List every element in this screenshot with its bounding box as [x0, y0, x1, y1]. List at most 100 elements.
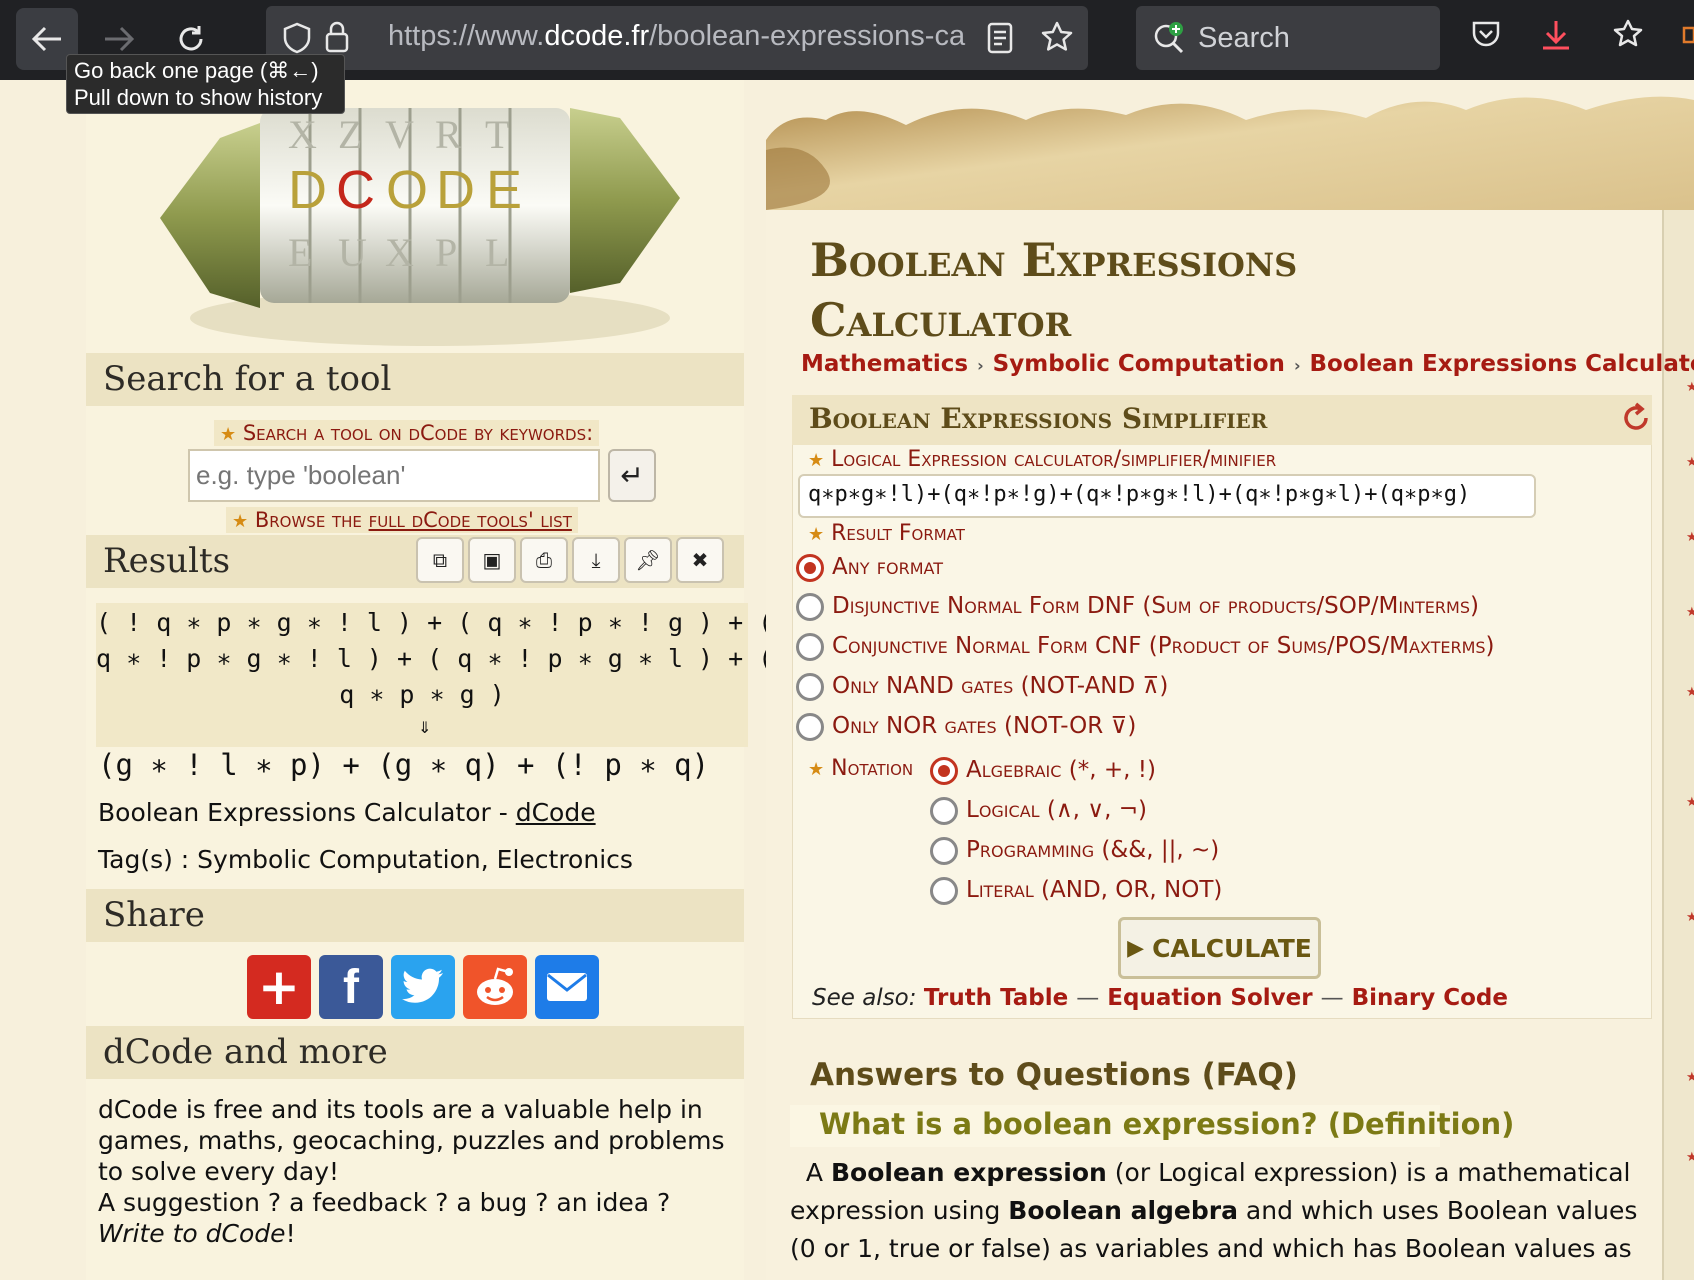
citation: Boolean Expressions Calculator - dCode [98, 798, 596, 827]
format-any-label[interactable]: Any format [832, 554, 943, 580]
dcode-logo[interactable]: X Z V R T D C O D E E U X P L [150, 78, 690, 353]
share-twitter-button[interactable] [391, 955, 455, 1019]
breadcrumb-symbolic-computation[interactable]: Symbolic Computation [993, 351, 1285, 377]
svg-text:R: R [435, 112, 462, 157]
sidebar-bullet: ★ [1686, 910, 1694, 925]
keyword-search-label: ★ Search a tool on dCode by keywords: [214, 420, 600, 446]
address-bar[interactable]: https://www.dcode.fr/boolean-expressions… [266, 6, 1088, 70]
copy-button[interactable]: ⧉ [416, 537, 464, 583]
see-also-binary-code-link[interactable]: Binary Code [1352, 985, 1508, 1011]
breadcrumb-current-tool[interactable]: Boolean Expressions Calculator [1310, 351, 1694, 377]
url-text[interactable]: https://www.dcode.fr/boolean-expressions… [388, 20, 978, 56]
svg-text:T: T [485, 112, 509, 157]
shield-icon[interactable] [282, 22, 312, 54]
sidebar-bullet: ★ [1686, 685, 1694, 700]
reader-view-icon[interactable] [986, 22, 1014, 54]
format-dnf-label[interactable]: Disjunctive Normal Form DNF (Sum of prod… [832, 593, 1479, 619]
svg-text:P: P [435, 230, 457, 275]
breadcrumb-mathematics[interactable]: Mathematics [801, 351, 968, 377]
star-icon: ★ [220, 424, 237, 445]
svg-text:V: V [385, 112, 414, 157]
close-results-button[interactable]: ✖ [676, 537, 724, 583]
sidebar-bullet: ★ [1686, 530, 1694, 545]
expression-input[interactable]: q∗p∗g∗!l)+(q∗!p∗!g)+(q∗!p∗g∗!l)+(q∗!p∗g∗… [798, 474, 1536, 518]
pin-button[interactable]: 📌︎ [624, 537, 672, 583]
result-arrow: ⇓ [418, 718, 432, 737]
notation-label: ★ Notation [808, 756, 914, 781]
format-nor-label[interactable]: Only NOR gates (NOT-OR ⊽) [832, 713, 1136, 739]
search-submit-button[interactable]: ↵ [608, 449, 656, 502]
format-cnf-label[interactable]: Conjunctive Normal Form CNF (Product of … [832, 633, 1495, 659]
extension-icon[interactable] [1682, 18, 1694, 52]
format-nor-radio[interactable] [796, 713, 824, 741]
copy-icon: ⧉ [432, 548, 448, 572]
lock-icon[interactable] [324, 20, 350, 54]
see-also-equation-solver-link[interactable]: Equation Solver [1107, 985, 1312, 1011]
save-button[interactable]: ▣ [468, 537, 516, 583]
notation-literal-radio[interactable] [930, 877, 958, 905]
email-icon [547, 973, 587, 1001]
format-nand-label[interactable]: Only NAND gates (NOT-AND ⊼) [832, 673, 1168, 699]
svg-text:Z: Z [338, 112, 362, 157]
result-format-label: ★ Result Format [808, 521, 965, 546]
print-icon: ⎙ [536, 548, 552, 572]
parchment-decoration [766, 80, 1694, 220]
result-output[interactable]: (g ∗ ! l ∗ p) + (g ∗ q) + (! p ∗ q) [98, 748, 709, 782]
svg-text:E: E [288, 230, 312, 275]
faq-question-1: What is a boolean expression? (Definitio… [790, 1105, 1514, 1147]
notation-algebraic-radio[interactable] [930, 757, 958, 785]
reset-icon[interactable] [1622, 402, 1652, 436]
sidebar-bullet: ★ [1686, 795, 1694, 810]
pin-icon: 📌︎ [635, 548, 661, 572]
save-icon: ▣ [482, 548, 502, 572]
star-icon: ★ [808, 524, 825, 545]
notation-logical-radio[interactable] [930, 797, 958, 825]
search-tool-heading: Search for a tool [86, 353, 744, 406]
pocket-icon[interactable] [1470, 18, 1502, 50]
facebook-icon: f [343, 960, 359, 1014]
notation-literal-label[interactable]: Literal (AND, OR, NOT) [966, 877, 1222, 903]
downloads-icon[interactable] [1540, 18, 1572, 52]
bookmark-star-icon[interactable] [1040, 20, 1074, 54]
tool-heading: Boolean Expressions Simplifier [792, 395, 1652, 445]
browse-tools-link[interactable]: ★ Browse the full dCode tools' list [226, 507, 578, 533]
notation-algebraic-label[interactable]: Algebraic (*, +, !) [966, 757, 1156, 783]
arrow-left-icon [31, 26, 61, 52]
search-box-label: Search [1198, 22, 1290, 54]
format-cnf-radio[interactable] [796, 633, 824, 661]
plus-icon: + [258, 958, 300, 1016]
star-icon: ★ [808, 450, 825, 471]
chevron-right-icon: › [1293, 356, 1301, 375]
print-button[interactable]: ⎙ [520, 537, 568, 583]
sidebar-bullet: ★ [1686, 455, 1694, 470]
tool-search-input[interactable] [188, 449, 600, 502]
notation-programming-label[interactable]: Programming (&&, ||, ~) [966, 837, 1219, 863]
share-reddit-button[interactable] [463, 955, 527, 1019]
svg-text:O: O [386, 160, 428, 220]
chevron-right-icon: › [977, 356, 984, 375]
share-plus-button[interactable]: + [247, 955, 311, 1019]
share-heading: Share [86, 889, 744, 942]
svg-text:U: U [338, 230, 367, 275]
play-icon: ▶ [1127, 935, 1145, 961]
calculate-button[interactable]: ▶ CALCULATE [1118, 917, 1321, 979]
format-dnf-radio[interactable] [796, 593, 824, 621]
share-email-button[interactable] [535, 955, 599, 1019]
notation-programming-radio[interactable] [930, 837, 958, 865]
twitter-icon [402, 968, 443, 1003]
sidebar-bullet: ★ [1686, 380, 1694, 395]
format-nand-radio[interactable] [796, 673, 824, 701]
browser-search-box[interactable]: Search [1136, 6, 1440, 70]
format-any-radio[interactable] [796, 554, 824, 582]
download-icon: ⤓ [591, 548, 601, 572]
download-button[interactable]: ⤓ [572, 537, 620, 583]
reddit-icon [477, 967, 513, 1005]
see-also-truth-table-link[interactable]: Truth Table [924, 985, 1068, 1011]
share-facebook-button[interactable]: f [319, 955, 383, 1019]
notation-logical-label[interactable]: Logical (∧, ∨, ¬) [966, 797, 1147, 823]
dcode-link[interactable]: dCode [516, 798, 596, 827]
write-to-dcode-link[interactable]: Write to dCode [98, 1219, 286, 1248]
bookmarks-menu-icon[interactable] [1612, 18, 1644, 52]
star-icon: ★ [808, 759, 825, 780]
faq-answer-1: A Boolean expression (or Logical express… [790, 1158, 1638, 1263]
